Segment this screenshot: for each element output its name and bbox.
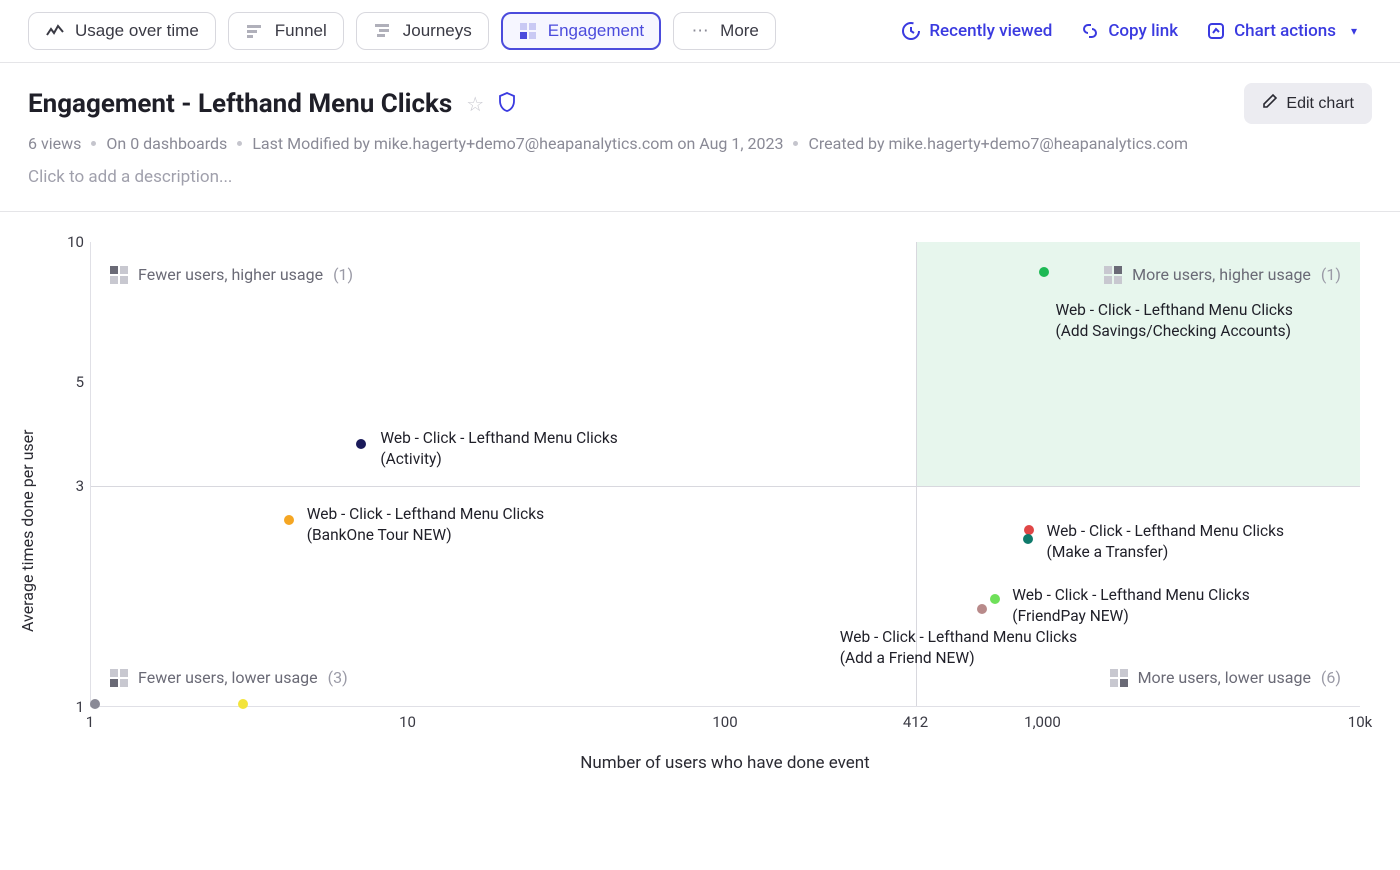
pencil-icon bbox=[1262, 93, 1278, 114]
ytick: 1 bbox=[76, 698, 84, 716]
xtick: 10 bbox=[399, 713, 416, 731]
point-label-banktour: Web - Click - Lefthand Menu Clicks(BankO… bbox=[307, 504, 544, 546]
favorite-star-icon[interactable]: ☆ bbox=[466, 92, 484, 116]
meta-created: Created by mike.hagerty+demo7@heapanalyt… bbox=[808, 134, 1188, 153]
chart-header: Engagement - Lefthand Menu Clicks ☆ Edit… bbox=[0, 63, 1400, 212]
quadrant-count: (6) bbox=[1321, 668, 1341, 687]
quadrant-icon bbox=[1104, 266, 1122, 284]
tab-label: Journeys bbox=[403, 21, 472, 41]
meta-views: 6 views bbox=[28, 134, 81, 153]
clock-icon bbox=[901, 21, 921, 41]
quadrant-icon bbox=[110, 669, 128, 687]
point-friendpay[interactable] bbox=[990, 594, 1000, 604]
tab-funnel[interactable]: Funnel bbox=[228, 12, 344, 50]
link-icon bbox=[1080, 21, 1100, 41]
chart-meta: 6 views On 0 dashboards Last Modified by… bbox=[28, 134, 1372, 153]
copy-link-button[interactable]: Copy link bbox=[1072, 15, 1186, 47]
quadrant-count: (3) bbox=[328, 668, 348, 687]
y-threshold-line bbox=[91, 486, 1360, 487]
quadrant-icon bbox=[110, 266, 128, 284]
recently-viewed-button[interactable]: Recently viewed bbox=[893, 15, 1060, 47]
point-label-friendpay: Web - Click - Lefthand Menu Clicks(Frien… bbox=[1012, 585, 1249, 627]
point-transfer-teal[interactable] bbox=[1023, 534, 1033, 544]
quadrant-label-bottom-right: More users, lower usage (6) bbox=[1110, 668, 1341, 687]
quadrant-label-bottom-left: Fewer users, lower usage (3) bbox=[110, 668, 348, 687]
point-activity[interactable] bbox=[356, 439, 366, 449]
point-label-add-savings: Web - Click - Lefthand Menu Clicks(Add S… bbox=[1055, 300, 1292, 342]
point-yellow[interactable] bbox=[238, 699, 248, 709]
point-gray[interactable] bbox=[90, 699, 100, 709]
shield-icon[interactable] bbox=[498, 92, 516, 116]
meta-modified: Last Modified by mike.hagerty+demo7@heap… bbox=[252, 134, 783, 153]
point-add-savings[interactable] bbox=[1039, 267, 1049, 277]
quadrant-text: Fewer users, higher usage bbox=[138, 265, 323, 284]
tab-more[interactable]: ⋯ More bbox=[673, 12, 776, 50]
ellipsis-icon: ⋯ bbox=[690, 21, 710, 41]
separator-dot bbox=[91, 141, 96, 146]
tab-usage-over-time[interactable]: Usage over time bbox=[28, 12, 216, 50]
y-axis-ticks: 10 5 3 1 bbox=[50, 242, 84, 707]
ytick: 10 bbox=[67, 233, 84, 251]
chart-actions-icon bbox=[1206, 21, 1226, 41]
top-toolbar: Usage over time Funnel Journeys Engageme… bbox=[0, 0, 1400, 63]
quadrant-label-top-left: Fewer users, higher usage (1) bbox=[110, 265, 353, 284]
funnel-icon bbox=[245, 21, 265, 41]
action-label: Chart actions bbox=[1234, 21, 1336, 41]
quadrant-text: More users, higher usage bbox=[1132, 265, 1311, 284]
point-label-activity: Web - Click - Lefthand Menu Clicks(Activ… bbox=[380, 428, 617, 470]
quadrant-icon bbox=[1110, 669, 1128, 687]
scatter-plot[interactable]: Fewer users, higher usage (1) More users… bbox=[90, 242, 1360, 707]
separator-dot bbox=[237, 141, 242, 146]
xtick: 10k bbox=[1348, 713, 1372, 731]
point-label-transfer: Web - Click - Lefthand Menu Clicks(Make … bbox=[1047, 521, 1284, 563]
quadrant-text: More users, lower usage bbox=[1138, 668, 1311, 687]
ytick: 5 bbox=[76, 373, 84, 391]
point-label-add-friend: Web - Click - Lefthand Menu Clicks(Add a… bbox=[840, 627, 1077, 669]
description-input[interactable]: Click to add a description... bbox=[28, 167, 1372, 187]
edit-chart-button[interactable]: Edit chart bbox=[1244, 83, 1372, 124]
quadrant-count: (1) bbox=[333, 265, 353, 284]
engagement-icon bbox=[518, 21, 538, 41]
separator-dot bbox=[793, 141, 798, 146]
xtick: 1,000 bbox=[1024, 713, 1061, 731]
tab-label: Engagement bbox=[548, 21, 644, 41]
chevron-down-icon: ▾ bbox=[1344, 21, 1364, 41]
page-title: Engagement - Lefthand Menu Clicks bbox=[28, 89, 452, 119]
xtick: 1 bbox=[86, 713, 94, 731]
action-label: Recently viewed bbox=[929, 21, 1052, 41]
journeys-icon bbox=[373, 21, 393, 41]
chart-actions-button[interactable]: Chart actions ▾ bbox=[1198, 15, 1372, 47]
meta-dashboards: On 0 dashboards bbox=[106, 134, 227, 153]
xtick: 100 bbox=[712, 713, 737, 731]
chart-area: Average times done per user 10 5 3 1 Few… bbox=[0, 212, 1400, 783]
tab-label: More bbox=[720, 21, 759, 41]
x-axis-ticks: 1 10 100 412 1,000 10k bbox=[90, 713, 1360, 739]
edit-label: Edit chart bbox=[1286, 95, 1354, 113]
quadrant-label-top-right: More users, higher usage (1) bbox=[1104, 265, 1341, 284]
line-chart-icon bbox=[45, 21, 65, 41]
tab-label: Funnel bbox=[275, 21, 327, 41]
xtick: 412 bbox=[903, 713, 928, 731]
ytick: 3 bbox=[76, 477, 84, 495]
tab-journeys[interactable]: Journeys bbox=[356, 12, 489, 50]
chart-type-tabs: Usage over time Funnel Journeys Engageme… bbox=[28, 12, 776, 50]
quadrant-count: (1) bbox=[1321, 265, 1341, 284]
quadrant-text: Fewer users, lower usage bbox=[138, 668, 318, 687]
point-add-friend[interactable] bbox=[977, 604, 987, 614]
x-axis-label: Number of users who have done event bbox=[90, 753, 1360, 773]
tab-engagement[interactable]: Engagement bbox=[501, 12, 661, 50]
action-label: Copy link bbox=[1108, 21, 1178, 41]
tab-label: Usage over time bbox=[75, 21, 199, 41]
point-banktour[interactable] bbox=[284, 515, 294, 525]
y-axis-label: Average times done per user bbox=[18, 429, 37, 632]
